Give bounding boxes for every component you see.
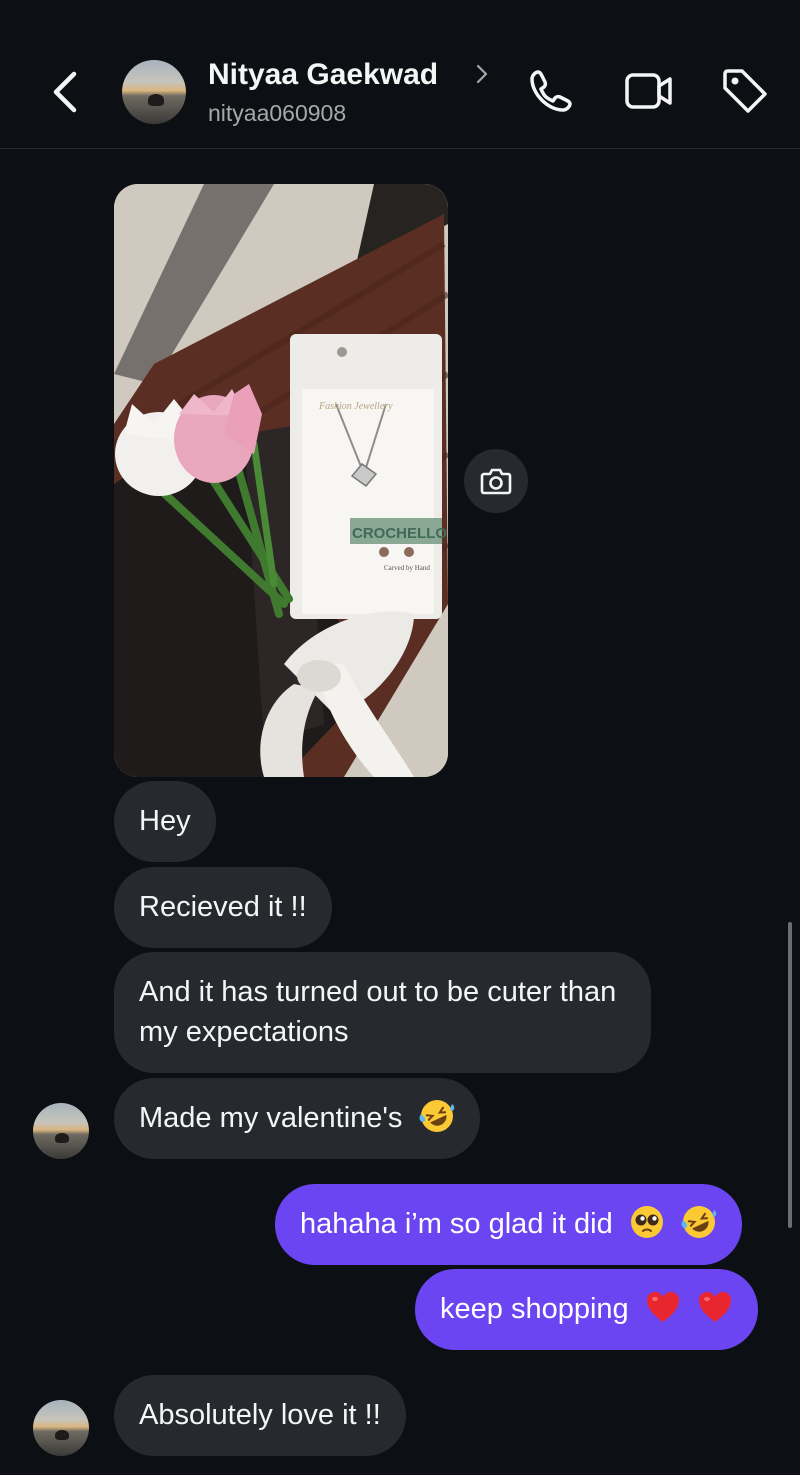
contact-name[interactable]: Nityaa Gaekwad — [208, 58, 438, 92]
message-bubble-incoming[interactable]: Made my valentine's — [114, 1078, 480, 1159]
photo-image: Fashion Jewellery CROCHELLO Carved by Ha… — [114, 184, 448, 777]
message-bubble-incoming[interactable]: Hey — [114, 781, 216, 862]
message-bubble-outgoing[interactable]: hahaha i’m so glad it did — [275, 1184, 742, 1265]
contact-username: nityaa060908 — [208, 100, 347, 126]
rolling-laughing-emoji-icon — [681, 1206, 717, 1239]
message-text: Hey — [139, 805, 191, 837]
package-brand: CROCHELLO — [352, 525, 447, 542]
message-bubble-outgoing[interactable]: keep shopping — [415, 1269, 758, 1350]
chevron-right-icon[interactable] — [474, 62, 490, 86]
chat-header: Nityaa Gaekwad nityaa060908 — [0, 0, 800, 149]
back-icon[interactable] — [44, 68, 84, 116]
tag-icon[interactable] — [720, 66, 770, 116]
message-text: hahaha i’m so glad it did — [300, 1208, 613, 1240]
message-text: keep shopping — [440, 1293, 629, 1325]
phone-icon[interactable] — [526, 66, 576, 116]
package-subtitle: Carved by Hand — [384, 564, 430, 572]
shared-photo[interactable]: Fashion Jewellery CROCHELLO Carved by Ha… — [114, 184, 448, 777]
red-heart-icon — [646, 1292, 679, 1323]
contact-avatar[interactable] — [122, 60, 186, 124]
message-text: Absolutely love it !! — [139, 1399, 381, 1431]
message-text: And it has turned out to be cuter than m… — [139, 976, 617, 1048]
scrollbar[interactable] — [788, 922, 792, 1228]
message-bubble-incoming[interactable]: Recieved it !! — [114, 867, 332, 948]
message-text: Recieved it !! — [139, 891, 307, 923]
video-camera-icon[interactable] — [624, 66, 674, 116]
package-top-text: Fashion Jewellery — [318, 401, 393, 412]
message-bubble-incoming[interactable]: And it has turned out to be cuter than m… — [114, 952, 651, 1073]
camera-reply-button[interactable] — [464, 449, 528, 513]
message-text: Made my valentine's — [139, 1102, 403, 1134]
red-heart-icon — [698, 1292, 731, 1323]
rolling-laughing-emoji-icon — [419, 1100, 454, 1133]
sender-avatar[interactable] — [33, 1400, 89, 1456]
pleading-face-emoji-icon — [630, 1206, 663, 1239]
message-bubble-incoming[interactable]: Absolutely love it !! — [114, 1375, 406, 1456]
camera-icon — [480, 468, 512, 495]
sender-avatar[interactable] — [33, 1103, 89, 1159]
